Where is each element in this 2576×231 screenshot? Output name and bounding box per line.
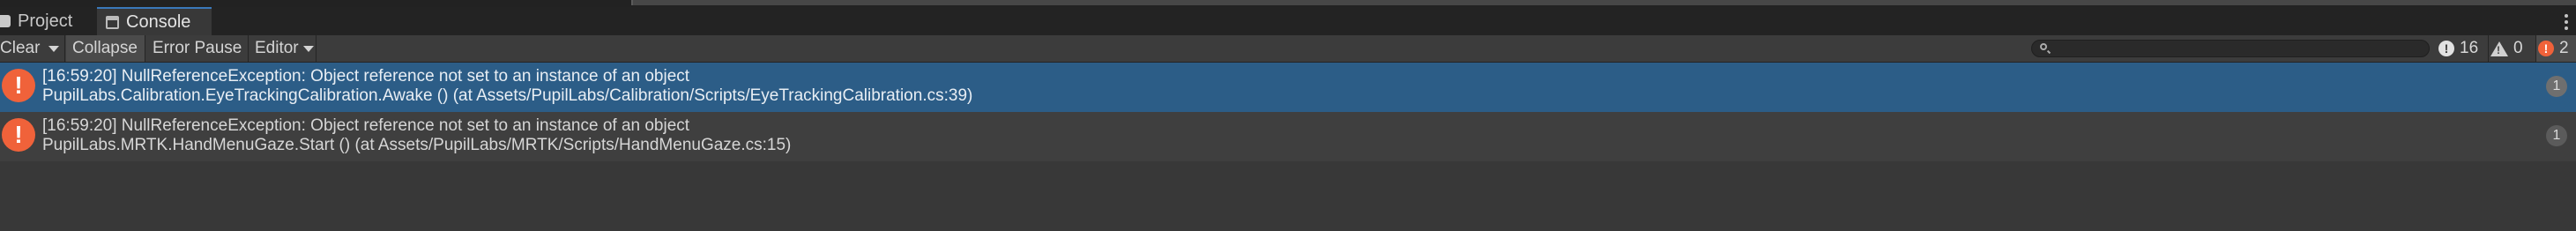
error-count: 2 xyxy=(2559,39,2569,57)
log-message-line2: PupilLabs.Calibration.EyeTrackingCalibra… xyxy=(42,86,973,105)
info-icon: ! xyxy=(2438,41,2454,56)
log-message: [16:59:20] NullReferenceException: Objec… xyxy=(42,116,791,155)
more-options-icon[interactable] xyxy=(2564,12,2569,30)
warning-filter-toggle[interactable]: 0 xyxy=(2488,35,2534,62)
error-icon: ! xyxy=(2538,41,2554,56)
log-entry[interactable]: ! [16:59:20] NullReferenceException: Obj… xyxy=(0,63,2576,112)
log-message-line1: [16:59:20] NullReferenceException: Objec… xyxy=(42,116,690,135)
tab-console[interactable]: Console xyxy=(97,7,212,35)
editor-label: Editor xyxy=(255,39,299,57)
empty-log-area xyxy=(0,161,2576,231)
scene-view-bottom xyxy=(631,0,2576,5)
error-pause-toggle[interactable]: Error Pause xyxy=(146,35,249,62)
log-message-line2: PupilLabs.MRTK.HandMenuGaze.Start () (at… xyxy=(42,136,792,154)
folder-icon xyxy=(0,15,11,27)
warning-icon xyxy=(2490,41,2508,56)
console-icon xyxy=(106,15,119,29)
collapse-label: Collapse xyxy=(72,39,138,57)
info-count: 16 xyxy=(2460,39,2479,57)
tab-bar: Project Console xyxy=(0,7,2576,35)
clear-button[interactable]: Clear xyxy=(0,35,42,62)
editor-dropdown[interactable]: Editor xyxy=(249,35,316,62)
error-filter-toggle[interactable]: ! 2 xyxy=(2535,35,2576,62)
search-input[interactable] xyxy=(2055,41,2429,58)
collapse-count-badge: 1 xyxy=(2546,76,2567,97)
chevron-down-icon xyxy=(302,45,314,52)
log-message-line1: [16:59:20] NullReferenceException: Objec… xyxy=(42,67,690,86)
error-pause-label: Error Pause xyxy=(153,39,242,57)
search-field[interactable] xyxy=(2031,40,2430,58)
collapse-count-badge: 1 xyxy=(2546,125,2567,146)
scene-view-edge xyxy=(0,0,2576,7)
tab-console-label: Console xyxy=(126,11,191,32)
log-message: [16:59:20] NullReferenceException: Objec… xyxy=(42,67,972,106)
error-icon: ! xyxy=(2,118,35,152)
info-filter-toggle[interactable]: ! 16 xyxy=(2437,35,2486,62)
collapse-toggle[interactable]: Collapse xyxy=(66,35,145,62)
tab-project[interactable]: Project xyxy=(0,7,95,35)
search-icon xyxy=(2040,43,2047,50)
tab-project-label: Project xyxy=(18,11,73,31)
warning-count: 0 xyxy=(2513,39,2523,57)
log-entry[interactable]: ! [16:59:20] NullReferenceException: Obj… xyxy=(0,112,2576,161)
clear-label: Clear xyxy=(0,39,41,57)
error-icon: ! xyxy=(2,69,35,102)
clear-options-dropdown[interactable] xyxy=(42,35,65,62)
console-toolbar: Clear Collapse Error Pause Editor ! 16 0… xyxy=(0,35,2576,63)
chevron-down-icon xyxy=(48,45,59,52)
